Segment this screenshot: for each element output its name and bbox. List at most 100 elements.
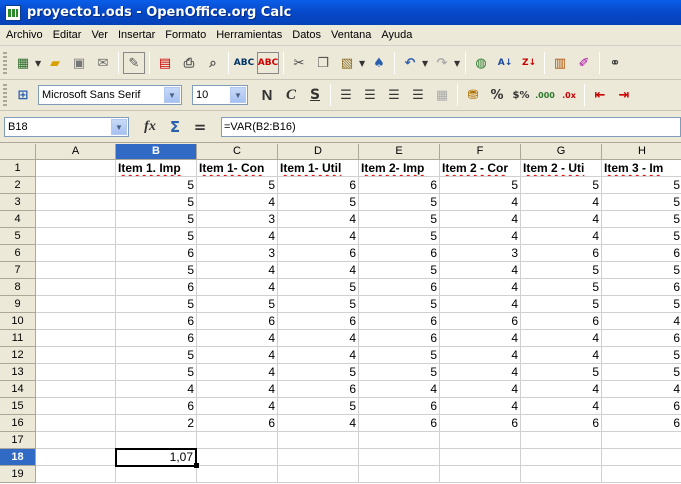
- cell-h1[interactable]: Item 3 - Im: [602, 160, 681, 177]
- export-pdf-icon[interactable]: ▤: [154, 52, 176, 74]
- edit-file-icon[interactable]: ✎: [123, 52, 145, 74]
- cell-c14[interactable]: 4: [197, 381, 278, 398]
- percent-format-icon[interactable]: %: [486, 84, 508, 106]
- cell-f2[interactable]: 5: [440, 177, 521, 194]
- cell-c4[interactable]: 3: [197, 211, 278, 228]
- draw-functions-icon[interactable]: ✐: [573, 52, 595, 74]
- open-folder-icon[interactable]: ▰: [44, 52, 66, 74]
- cell-a16[interactable]: [36, 415, 116, 432]
- row-header-11[interactable]: 11: [0, 330, 36, 347]
- cell-b6[interactable]: 6: [116, 245, 197, 262]
- column-header-c[interactable]: C: [197, 144, 278, 160]
- cell-b4[interactable]: 5: [116, 211, 197, 228]
- cell-a10[interactable]: [36, 313, 116, 330]
- row-header-10[interactable]: 10: [0, 313, 36, 330]
- cell-e10[interactable]: 6: [359, 313, 440, 330]
- cell-g2[interactable]: 5: [521, 177, 602, 194]
- cell-h10[interactable]: 4: [602, 313, 681, 330]
- cell-f17[interactable]: [440, 432, 521, 449]
- cell-h8[interactable]: 6: [602, 279, 681, 296]
- cell-d7[interactable]: 4: [278, 262, 359, 279]
- cell-a4[interactable]: [36, 211, 116, 228]
- cell-d17[interactable]: [278, 432, 359, 449]
- cell-c13[interactable]: 4: [197, 364, 278, 381]
- new-dropdown-icon[interactable]: ▼: [35, 59, 43, 68]
- save-icon[interactable]: ▣: [68, 52, 90, 74]
- cell-a1[interactable]: [36, 160, 116, 177]
- cell-e5[interactable]: 5: [359, 228, 440, 245]
- cell-e18[interactable]: [359, 449, 440, 466]
- cell-h16[interactable]: 6: [602, 415, 681, 432]
- spreadsheet-grid[interactable]: A B C D E F G H 1 Item 1. Imp Item 1- Con Item 1- U…: [0, 144, 681, 484]
- row-header-5[interactable]: 5: [0, 228, 36, 245]
- cell-b3[interactable]: 5: [116, 194, 197, 211]
- row-header-13[interactable]: 13: [0, 364, 36, 381]
- name-box[interactable]: B18 ▼: [4, 117, 129, 137]
- cell-h13[interactable]: 5: [602, 364, 681, 381]
- cell-g7[interactable]: 5: [521, 262, 602, 279]
- row-header-12[interactable]: 12: [0, 347, 36, 364]
- cell-d8[interactable]: 5: [278, 279, 359, 296]
- cell-a15[interactable]: [36, 398, 116, 415]
- cell-d3[interactable]: 5: [278, 194, 359, 211]
- sort-ascending-icon[interactable]: A↓: [494, 52, 516, 74]
- cell-f7[interactable]: 4: [440, 262, 521, 279]
- cell-c16[interactable]: 6: [197, 415, 278, 432]
- cell-h2[interactable]: 5: [602, 177, 681, 194]
- column-header-a[interactable]: A: [36, 144, 116, 160]
- cell-a11[interactable]: [36, 330, 116, 347]
- cell-a5[interactable]: [36, 228, 116, 245]
- select-all-corner[interactable]: [0, 144, 36, 160]
- cell-e2[interactable]: 6: [359, 177, 440, 194]
- cell-e17[interactable]: [359, 432, 440, 449]
- cell-c7[interactable]: 4: [197, 262, 278, 279]
- cell-f14[interactable]: 4: [440, 381, 521, 398]
- print-preview-icon[interactable]: ⌕: [202, 52, 224, 74]
- format-paintbrush-icon[interactable]: ♠: [368, 52, 390, 74]
- row-header-9[interactable]: 9: [0, 296, 36, 313]
- cell-f8[interactable]: 4: [440, 279, 521, 296]
- column-header-b[interactable]: B: [116, 144, 197, 160]
- styles-icon[interactable]: ⊞: [12, 84, 34, 106]
- cell-a6[interactable]: [36, 245, 116, 262]
- undo-icon[interactable]: ↶: [399, 52, 421, 74]
- cell-c8[interactable]: 4: [197, 279, 278, 296]
- redo-icon[interactable]: ↷: [431, 52, 453, 74]
- spellcheck-icon[interactable]: ABC: [233, 52, 255, 74]
- cell-c11[interactable]: 4: [197, 330, 278, 347]
- delete-decimal-icon[interactable]: .0x: [558, 84, 580, 106]
- cell-f3[interactable]: 4: [440, 194, 521, 211]
- cell-c3[interactable]: 4: [197, 194, 278, 211]
- cell-e7[interactable]: 5: [359, 262, 440, 279]
- cell-g19[interactable]: [521, 466, 602, 483]
- cell-f15[interactable]: 4: [440, 398, 521, 415]
- column-header-g[interactable]: G: [521, 144, 602, 160]
- column-header-d[interactable]: D: [278, 144, 359, 160]
- find-binoculars-icon[interactable]: ⚭: [604, 52, 626, 74]
- cell-e16[interactable]: 6: [359, 415, 440, 432]
- row-header-8[interactable]: 8: [0, 279, 36, 296]
- row-header-14[interactable]: 14: [0, 381, 36, 398]
- cell-c15[interactable]: 4: [197, 398, 278, 415]
- cell-a3[interactable]: [36, 194, 116, 211]
- cell-f11[interactable]: 4: [440, 330, 521, 347]
- cell-d1[interactable]: Item 1- Util: [278, 160, 359, 177]
- cell-g3[interactable]: 4: [521, 194, 602, 211]
- cell-e9[interactable]: 5: [359, 296, 440, 313]
- row-header-3[interactable]: 3: [0, 194, 36, 211]
- cell-a2[interactable]: [36, 177, 116, 194]
- column-header-e[interactable]: E: [359, 144, 440, 160]
- cell-c17[interactable]: [197, 432, 278, 449]
- toolbar-grip[interactable]: [3, 52, 7, 74]
- cell-g8[interactable]: 5: [521, 279, 602, 296]
- cell-e11[interactable]: 6: [359, 330, 440, 347]
- cell-e13[interactable]: 5: [359, 364, 440, 381]
- cell-h7[interactable]: 5: [602, 262, 681, 279]
- cell-b8[interactable]: 6: [116, 279, 197, 296]
- cell-e12[interactable]: 5: [359, 347, 440, 364]
- row-header-1[interactable]: 1: [0, 160, 36, 177]
- cell-g11[interactable]: 4: [521, 330, 602, 347]
- cell-h9[interactable]: 5: [602, 296, 681, 313]
- column-header-f[interactable]: F: [440, 144, 521, 160]
- cell-d4[interactable]: 4: [278, 211, 359, 228]
